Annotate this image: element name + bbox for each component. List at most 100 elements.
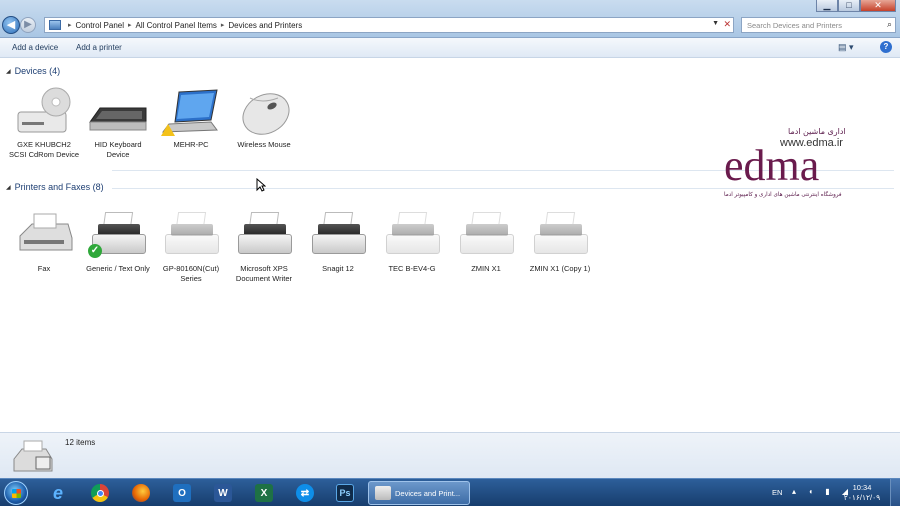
forward-button[interactable]: ▶ xyxy=(20,17,36,33)
window-titlebar: ▁ □ ✕ ◀ ▶ ▸ Control Panel ▸ All Control Pa… xyxy=(0,0,900,38)
keyboard-icon xyxy=(86,86,150,138)
printer-icon xyxy=(528,210,592,262)
mouse-icon xyxy=(232,86,296,138)
taskbar-photoshop[interactable]: Ps xyxy=(331,482,359,504)
collapse-triangle-icon[interactable]: ◢ xyxy=(6,68,11,75)
chrome-icon xyxy=(91,484,109,502)
devices-group-header[interactable]: ◢ Devices (4) xyxy=(6,66,60,76)
fax-icon xyxy=(12,210,76,262)
device-label: Wireless Mouse xyxy=(237,140,291,149)
printer-zmin-x1-copy[interactable]: ZMIN X1 (Copy 1) xyxy=(524,210,596,274)
teamviewer-icon: ⇄ xyxy=(296,484,314,502)
devices-group-title: Devices (4) xyxy=(14,66,61,76)
breadcrumb-separator: ▸ xyxy=(68,22,72,29)
breadcrumb-all-items[interactable]: All Control Panel Items xyxy=(136,21,217,30)
maximize-button[interactable]: □ xyxy=(838,0,860,12)
outlook-icon: O xyxy=(173,484,191,502)
clock[interactable]: 10:34 ۲۰۱۶/۱۲/۰۹ xyxy=(840,483,884,503)
breadcrumb-control-panel[interactable]: Control Panel xyxy=(76,21,124,30)
address-dropdown-icon[interactable]: ▼ xyxy=(712,20,719,27)
printer-icon xyxy=(159,210,223,262)
device-label: MEHR-PC xyxy=(173,140,209,149)
printer-icon xyxy=(375,486,391,500)
device-label: HID Keyboard Device xyxy=(94,140,142,159)
brand-persian-bottom: فروشگاه اینترنتی ماشین های اداری و کامپی… xyxy=(724,190,842,198)
laptop-icon xyxy=(159,86,223,138)
mouse-pointer-icon xyxy=(256,178,266,192)
photoshop-icon: Ps xyxy=(336,484,354,502)
add-device-button[interactable]: Add a device xyxy=(12,43,58,52)
taskbar-active-window[interactable]: Devices and Print... xyxy=(368,481,470,505)
device-cdrom[interactable]: GXE KHUBCH2 SCSI CdRom Device xyxy=(8,86,80,159)
taskbar-chrome[interactable] xyxy=(86,482,114,504)
taskbar-word[interactable]: W xyxy=(209,482,237,504)
taskbar-outlook[interactable]: O xyxy=(168,482,196,504)
language-indicator[interactable]: EN xyxy=(772,488,782,497)
taskbar-firefox[interactable] xyxy=(127,482,155,504)
search-placeholder: Search Devices and Printers xyxy=(747,21,843,30)
command-bar: Add a device Add a printer ▤ ▾ ? xyxy=(0,38,900,58)
printer-label: GP-80160N(Cut) Series xyxy=(162,264,220,283)
taskbar-teamviewer[interactable]: ⇄ xyxy=(291,482,319,504)
printer-label: Generic / Text Only xyxy=(86,264,150,273)
printer-label: Snagit 12 xyxy=(322,264,354,273)
close-button[interactable]: ✕ xyxy=(860,0,896,12)
internet-explorer-icon: e xyxy=(52,482,63,503)
breadcrumb-separator: ▸ xyxy=(220,22,225,29)
add-printer-button[interactable]: Add a printer xyxy=(76,43,122,52)
printer-tec[interactable]: TEC B-EV4-G xyxy=(376,210,448,274)
warning-icon xyxy=(161,124,175,136)
printer-generic-text[interactable]: ✓ Generic / Text Only xyxy=(82,210,154,274)
printer-label: Fax xyxy=(37,264,51,273)
printer-fax[interactable]: Fax xyxy=(8,210,80,274)
control-panel-icon xyxy=(49,20,61,30)
cdrom-drive-icon xyxy=(12,86,76,138)
window-controls: ▁ □ ✕ xyxy=(816,0,896,12)
printer-label: ZMIN X1 (Copy 1) xyxy=(529,264,591,273)
printer-icon: ✓ xyxy=(86,210,150,262)
minimize-button[interactable]: ▁ xyxy=(816,0,838,12)
edma-watermark-logo: اداری ماشین ادما www.edma.ir edma فروشگا… xyxy=(720,124,870,204)
printer-label: ZMIN X1 xyxy=(471,264,501,273)
printers-group-header[interactable]: ◢ Printers and Faxes (8) xyxy=(6,182,104,192)
search-icon[interactable]: ⌕ xyxy=(887,19,892,30)
printers-group-title: Printers and Faxes (8) xyxy=(14,182,104,192)
device-label: GXE KHUBCH2 SCSI CdRom Device xyxy=(8,140,80,159)
default-check-icon: ✓ xyxy=(88,244,102,258)
show-desktop-button[interactable] xyxy=(890,479,900,506)
printer-icon xyxy=(232,210,296,262)
breadcrumb-devices-printers[interactable]: Devices and Printers xyxy=(228,21,302,30)
printer-label: Microsoft XPS Document Writer xyxy=(235,264,293,283)
printer-label: TEC B-EV4-G xyxy=(388,264,436,273)
clock-date: ۲۰۱۶/۱۲/۰۹ xyxy=(843,493,881,502)
printer-xps-writer[interactable]: Microsoft XPS Document Writer xyxy=(228,210,300,283)
printer-snagit[interactable]: Snagit 12 xyxy=(302,210,374,274)
device-mouse[interactable]: Wireless Mouse xyxy=(228,86,300,150)
taskbar: e O W X ⇄ Ps Devices and Print... EN ▴ ◖… xyxy=(0,478,900,506)
refresh-icon[interactable]: ✕ xyxy=(723,19,731,30)
printer-icon xyxy=(10,439,56,475)
taskbar-internet-explorer[interactable]: e xyxy=(44,482,72,504)
taskbar-excel[interactable]: X xyxy=(250,482,278,504)
excel-icon: X xyxy=(255,484,273,502)
device-keyboard[interactable]: HID Keyboard Device xyxy=(82,86,154,159)
brand-persian-top: اداری ماشین ادما xyxy=(788,127,846,136)
item-count: 12 items xyxy=(65,438,96,447)
address-bar[interactable]: ▸ Control Panel ▸ All Control Panel Items … xyxy=(44,17,734,33)
devices-content-area: ◢ Devices (4) GXE KHUBCH2 SCSI CdRom Dev… xyxy=(0,58,900,432)
start-button[interactable] xyxy=(4,481,28,505)
printer-icon xyxy=(306,210,370,262)
printer-icon xyxy=(380,210,444,262)
breadcrumb-separator: ▸ xyxy=(128,22,132,29)
help-icon[interactable]: ? xyxy=(880,41,892,53)
back-button[interactable]: ◀ xyxy=(2,16,20,34)
printer-icon xyxy=(454,210,518,262)
printer-gp-80160n[interactable]: GP-80160N(Cut) Series xyxy=(155,210,227,283)
collapse-triangle-icon[interactable]: ◢ xyxy=(6,184,11,191)
search-input[interactable]: Search Devices and Printers ⌕ xyxy=(741,17,896,33)
clock-time: 10:34 xyxy=(852,483,872,492)
view-options-icon[interactable]: ▤ ▾ xyxy=(838,42,854,53)
device-computer[interactable]: MEHR-PC xyxy=(155,86,227,150)
printer-zmin-x1[interactable]: ZMIN X1 xyxy=(450,210,522,274)
word-icon: W xyxy=(214,484,232,502)
